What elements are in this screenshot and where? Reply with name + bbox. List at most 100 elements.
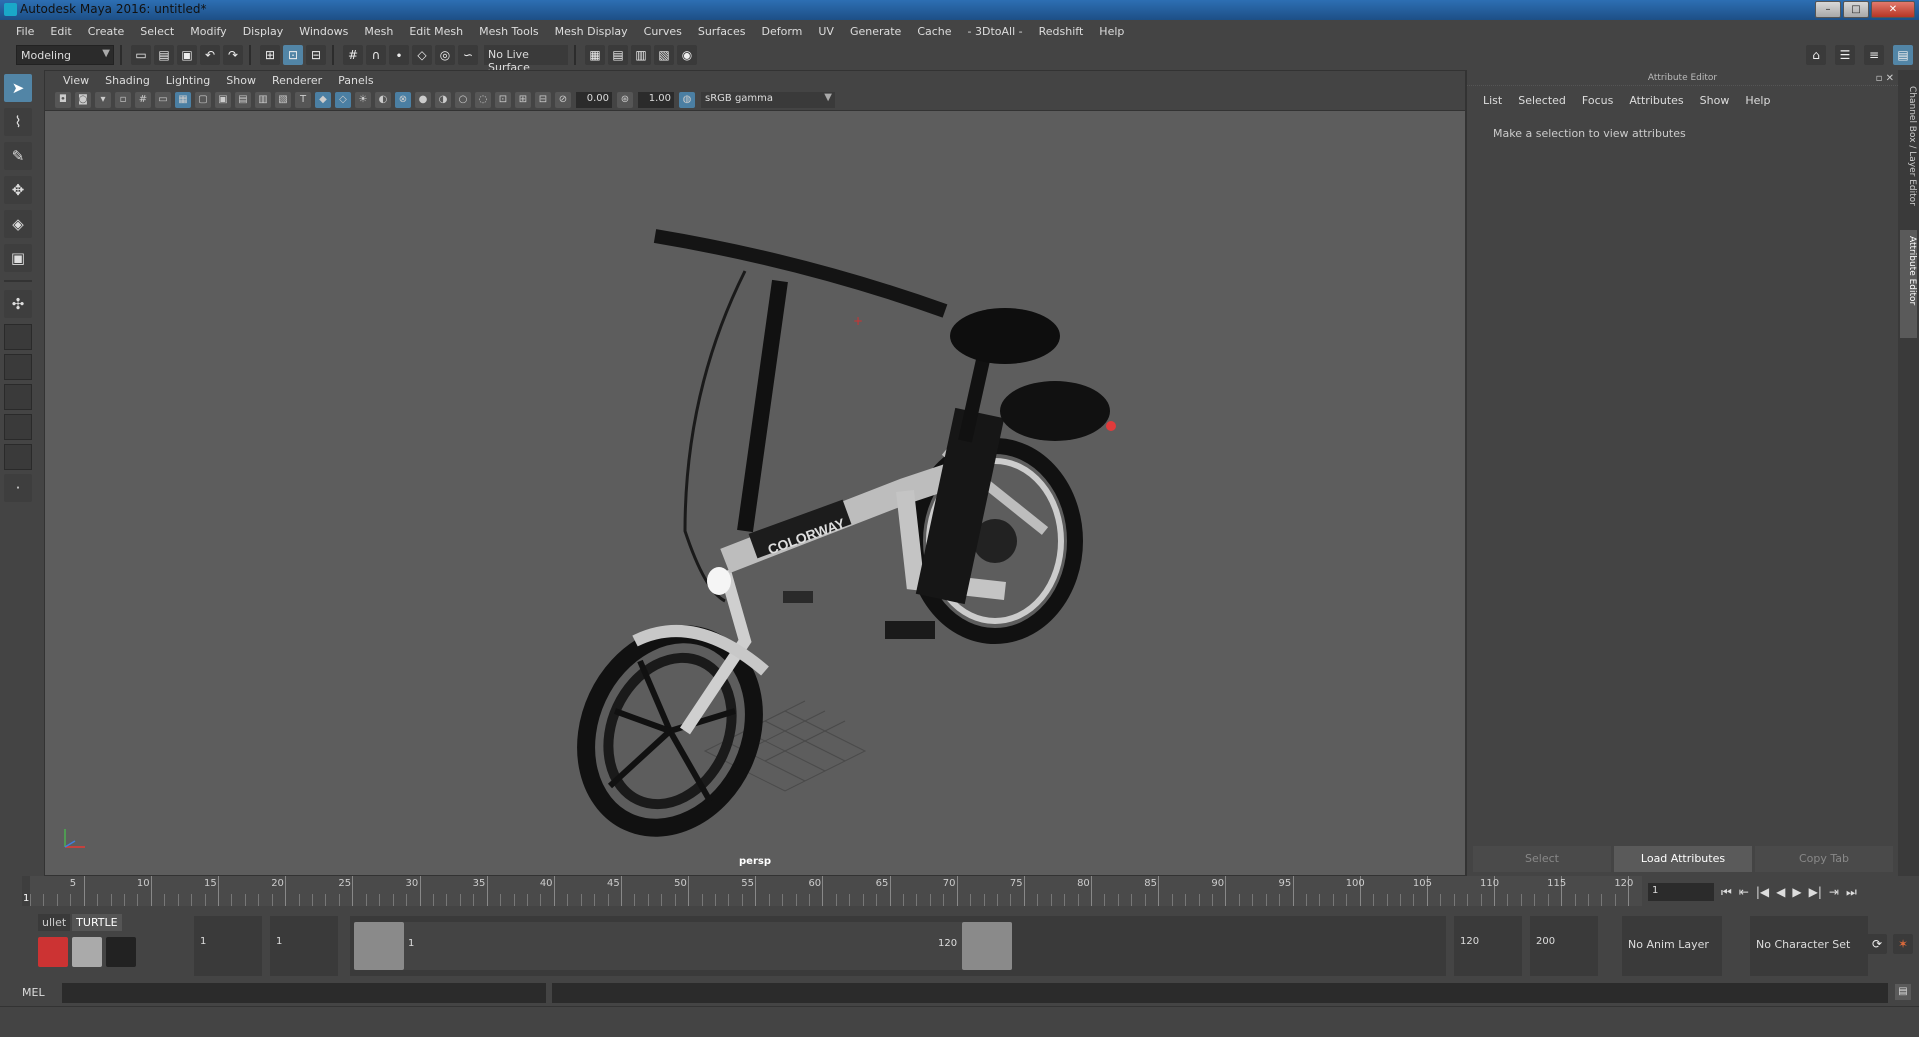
render-frame-icon[interactable]: ▤ — [608, 45, 628, 65]
step-back-frame-icon[interactable]: |◀ — [1756, 885, 1769, 899]
gamma-icon[interactable]: ⊛ — [617, 91, 633, 108]
select-object-icon[interactable]: ⊡ — [283, 45, 303, 65]
viewport-menu-renderer[interactable]: Renderer — [264, 74, 330, 87]
range-end-handle[interactable] — [962, 922, 1012, 970]
ae-menu-focus[interactable]: Focus — [1574, 94, 1621, 107]
menu-select[interactable]: Select — [132, 25, 182, 38]
wireframe-icon[interactable]: ▦ — [175, 91, 191, 108]
menu-windows[interactable]: Windows — [291, 25, 356, 38]
make-live-icon[interactable]: ∽ — [458, 45, 478, 65]
command-input[interactable] — [62, 983, 546, 1003]
range-start-handle[interactable] — [354, 922, 404, 970]
menu-edit[interactable]: Edit — [42, 25, 79, 38]
playback-end-field[interactable]: 120 — [1454, 916, 1522, 976]
textured-icon[interactable]: ◇ — [335, 91, 351, 108]
live-surface-field[interactable]: No Live Surface — [484, 45, 568, 74]
menu-3dtoall[interactable]: - 3DtoAll - — [960, 25, 1031, 38]
menu-help[interactable]: Help — [1091, 25, 1132, 38]
viewport-menu-lighting[interactable]: Lighting — [158, 74, 218, 87]
shaded-icon[interactable]: ◆ — [315, 91, 331, 108]
character-set-dropdown[interactable]: No Character Set — [1750, 916, 1868, 976]
current-frame-field[interactable]: 1 — [1648, 883, 1714, 901]
menu-edit-mesh[interactable]: Edit Mesh — [401, 25, 471, 38]
maximize-button[interactable]: □ — [1843, 1, 1869, 18]
play-backwards-icon[interactable]: ◀ — [1776, 885, 1785, 899]
step-forward-frame-icon[interactable]: ▶| — [1809, 885, 1822, 899]
menu-modify[interactable]: Modify — [182, 25, 234, 38]
paint-select-tool-icon[interactable]: ✎ — [4, 142, 32, 170]
menu-cache[interactable]: Cache — [909, 25, 959, 38]
undo-icon[interactable]: ↶ — [200, 45, 220, 65]
minimize-button[interactable]: – — [1815, 1, 1841, 18]
shelf-tab-turtle[interactable]: TURTLE — [72, 914, 122, 931]
turtle-bake-icon[interactable] — [72, 937, 102, 967]
snap-point-icon[interactable]: ∙ — [389, 45, 409, 65]
save-scene-icon[interactable]: ▣ — [177, 45, 197, 65]
redo-icon[interactable]: ↷ — [223, 45, 243, 65]
ae-menu-selected[interactable]: Selected — [1510, 94, 1574, 107]
turtle-sphere-icon[interactable] — [106, 937, 136, 967]
move-tool-icon[interactable]: ✥ — [4, 176, 32, 204]
attribute-editor-toggle-icon[interactable]: ☰ — [1835, 45, 1855, 65]
outliner-layout-icon[interactable] — [4, 414, 32, 440]
menu-generate[interactable]: Generate — [842, 25, 909, 38]
step-back-key-icon[interactable]: ⇤ — [1739, 885, 1749, 899]
tool-settings-toggle-icon[interactable]: ≡ — [1864, 45, 1884, 65]
close-button[interactable]: ✕ — [1871, 1, 1915, 18]
go-to-start-icon[interactable]: ⏮ — [1721, 885, 1732, 900]
menu-mesh-display[interactable]: Mesh Display — [547, 25, 636, 38]
load-attributes-button[interactable]: Load Attributes — [1614, 846, 1752, 872]
smooth-shade-icon[interactable]: ▢ — [195, 91, 211, 108]
command-language-label[interactable]: MEL — [22, 986, 45, 999]
open-scene-icon[interactable]: ▤ — [154, 45, 174, 65]
lasso-tool-icon[interactable]: ⌇ — [4, 108, 32, 136]
play-forwards-icon[interactable]: ▶ — [1792, 885, 1801, 899]
film-gate-icon[interactable]: ▭ — [155, 91, 171, 108]
ambient-occlusion-icon[interactable]: ● — [415, 91, 431, 108]
color-management-icon[interactable]: ◍ — [679, 91, 695, 108]
image-plane-icon[interactable]: ▫ — [115, 91, 131, 108]
gamma-field[interactable]: 1.00 — [638, 91, 674, 108]
menu-deform[interactable]: Deform — [753, 25, 810, 38]
menu-curves[interactable]: Curves — [636, 25, 690, 38]
menu-mesh-tools[interactable]: Mesh Tools — [471, 25, 547, 38]
range-slider[interactable]: 1 120 — [350, 916, 1446, 976]
viewport-menu-panels[interactable]: Panels — [330, 74, 381, 87]
range-slider-span[interactable] — [354, 922, 1012, 970]
snap-curve-icon[interactable]: ∩ — [366, 45, 386, 65]
tab-channel-box[interactable]: Channel Box / Layer Editor — [1900, 80, 1917, 220]
menu-surfaces[interactable]: Surfaces — [690, 25, 754, 38]
panel-float-close-icon[interactable]: ▫ ✕ — [1876, 71, 1894, 87]
auto-key-icon[interactable]: ⟳ — [1867, 934, 1887, 954]
current-time-marker[interactable]: 1 — [22, 876, 30, 906]
xray-joints-icon[interactable]: ⊞ — [515, 91, 531, 108]
xray-icon[interactable]: ⊗ — [395, 91, 411, 108]
anim-layer-dropdown[interactable]: No Anim Layer — [1622, 916, 1722, 976]
ae-menu-attributes[interactable]: Attributes — [1621, 94, 1691, 107]
xray-active-icon[interactable]: ⊟ — [535, 91, 551, 108]
copy-tab-button[interactable]: Copy Tab — [1755, 846, 1893, 872]
tab-attribute-editor[interactable]: Attribute Editor — [1900, 230, 1917, 338]
menu-set-dropdown[interactable]: Modeling ▼ — [16, 45, 114, 65]
two-view-layout-icon[interactable] — [4, 384, 32, 410]
field-chart-icon[interactable]: ▥ — [255, 91, 271, 108]
rotate-tool-icon[interactable]: ◈ — [4, 210, 32, 238]
channel-box-toggle-icon[interactable]: ▤ — [1893, 45, 1913, 65]
last-tool-icon[interactable]: ✣ — [4, 290, 32, 318]
hypershade-icon[interactable]: ◉ — [677, 45, 697, 65]
script-editor-icon[interactable]: ▤ — [1895, 984, 1911, 1000]
resolution-gate-icon[interactable]: ▣ — [215, 91, 231, 108]
camera-lock-icon[interactable]: ◙ — [75, 91, 91, 108]
snap-grid-icon[interactable]: # — [343, 45, 363, 65]
render-settings-icon[interactable]: ▧ — [654, 45, 674, 65]
select-component-icon[interactable]: ⊟ — [306, 45, 326, 65]
scale-tool-icon[interactable]: ▣ — [4, 244, 32, 272]
playback-start-field[interactable]: 1 — [270, 916, 338, 976]
camera-select-icon[interactable]: ◘ — [55, 91, 71, 108]
menu-create[interactable]: Create — [80, 25, 133, 38]
antialiasing-icon[interactable]: ○ — [455, 91, 471, 108]
snap-view-plane-icon[interactable]: ◇ — [412, 45, 432, 65]
viewport-menu-shading[interactable]: Shading — [97, 74, 158, 87]
isolate-select-icon[interactable]: ⊡ — [495, 91, 511, 108]
animation-end-field[interactable]: 200 — [1530, 916, 1598, 976]
